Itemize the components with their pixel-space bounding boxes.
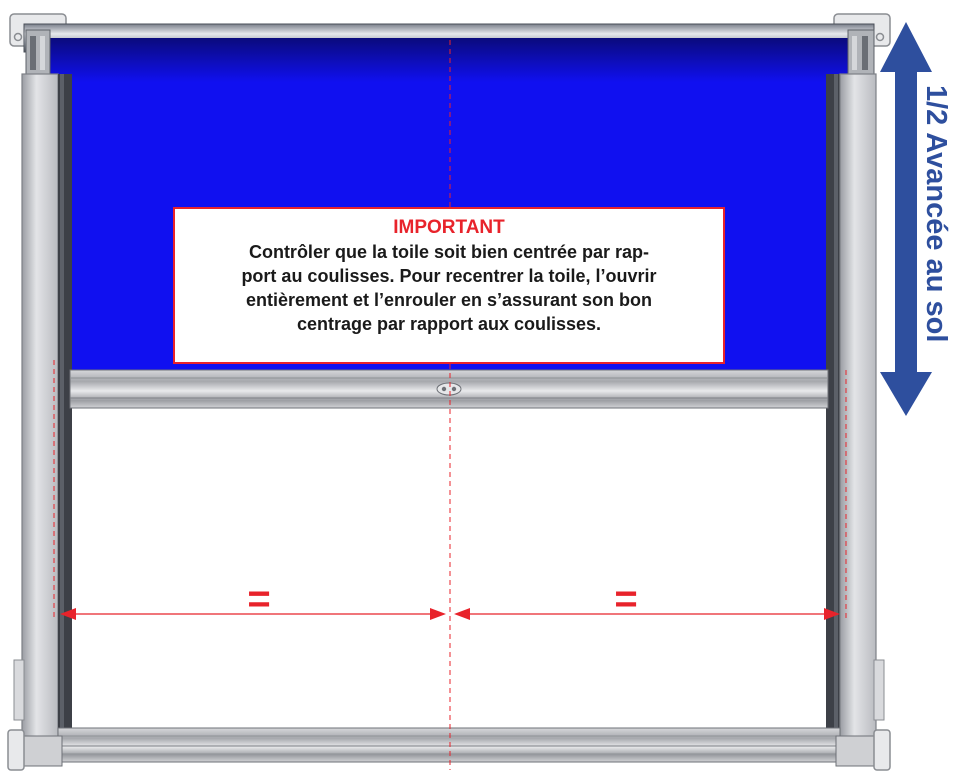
right-side-rail <box>826 73 885 755</box>
left-roller-cap <box>25 29 51 75</box>
left-side-rail <box>13 73 72 755</box>
notice-line: entièrement et l’enrouler en s’assurant … <box>245 290 653 310</box>
notice-title: IMPORTANT <box>393 217 505 238</box>
open-area <box>70 410 828 730</box>
notice-line: centrage par rapport aux coulisses. <box>296 314 602 334</box>
load-bar <box>69 369 829 409</box>
blind-diagram: = = IMPORTANT Contrôler que la toile soi… <box>0 0 958 774</box>
notice-line: port au coulisses. Pour recentrer la toi… <box>241 266 657 286</box>
notice-line: Contrôler que la toile soit bien centrée… <box>248 242 650 262</box>
right-equal-mark: = <box>614 577 637 621</box>
left-equal-mark: = <box>247 577 270 621</box>
right-roller-cap <box>847 29 875 75</box>
important-notice: IMPORTANT Contrôler que la toile soit bi… <box>173 207 725 364</box>
blind-illustration: = = <box>7 13 932 771</box>
half-projection-label: 1/2 Avancée au sol <box>920 85 952 343</box>
notice-body: Contrôler que la toile soit bien centrée… <box>175 239 723 336</box>
bottom-profile <box>21 727 877 767</box>
